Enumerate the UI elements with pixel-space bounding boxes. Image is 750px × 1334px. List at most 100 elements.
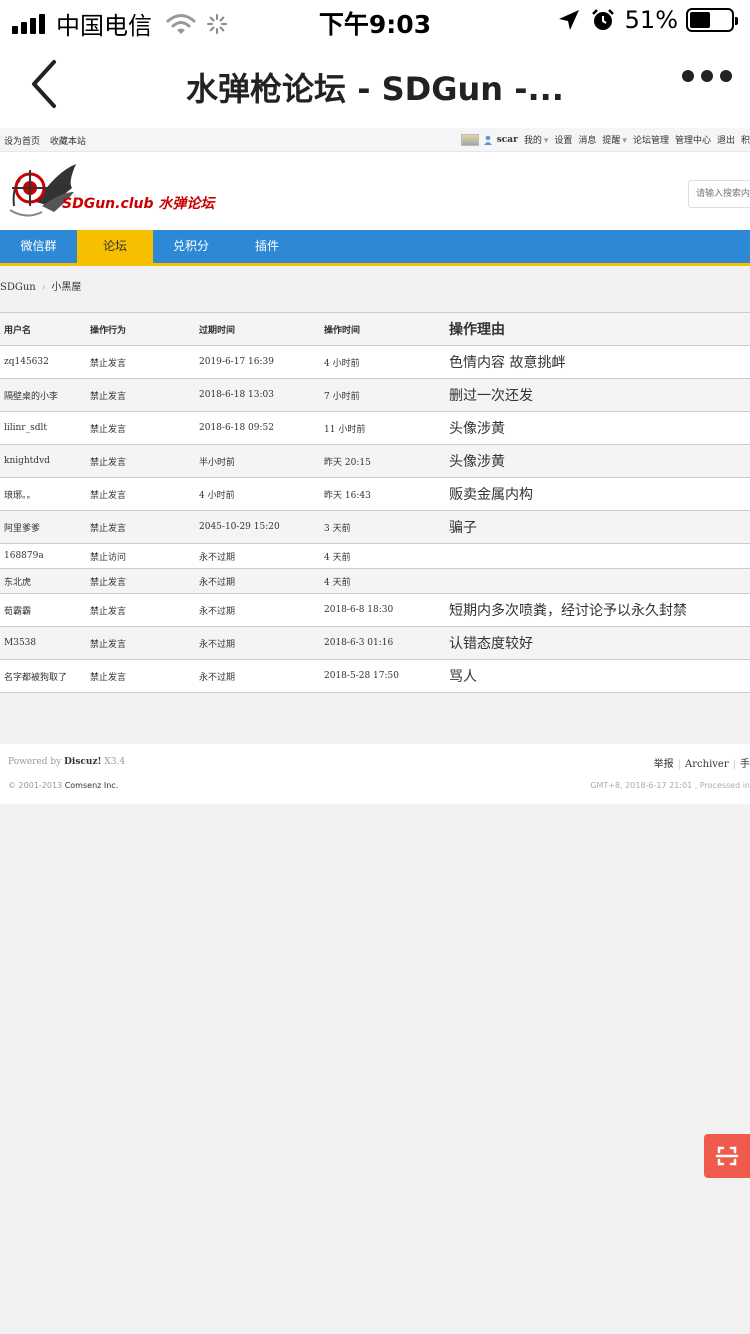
battery-level-fill xyxy=(690,12,711,28)
breadcrumb-home-link[interactable]: SDGun xyxy=(0,282,36,293)
more-options-button[interactable] xyxy=(675,70,732,82)
bookmark-site-link[interactable]: 收藏本站 xyxy=(50,137,86,147)
user-cell[interactable]: lilinr_sdlt xyxy=(0,411,86,445)
user-cell[interactable]: 名字都被狗取了 xyxy=(0,659,86,693)
ban-list-table: 用户名 操作行为 过期时间 操作时间 操作理由 zq145632 禁止发言 20… xyxy=(0,312,750,693)
my-menu-label: 我的 xyxy=(523,136,542,146)
expire-cell: 4 小时前 xyxy=(195,477,320,511)
time-cell: 4 小时前 xyxy=(320,345,445,379)
expire-cell: 2019-6-17 16:39 xyxy=(195,345,320,379)
table-row: zq145632 禁止发言 2019-6-17 16:39 4 小时前 色情内容… xyxy=(0,345,750,379)
reminders-label: 提醒 xyxy=(602,136,621,146)
reminders-link[interactable]: 提醒 ▾ xyxy=(602,133,627,146)
table-row: lilinr_sdlt 禁止发言 2018-6-18 09:52 11 小时前 … xyxy=(0,411,750,445)
discuz-link[interactable]: Discuz! xyxy=(64,757,101,767)
expire-cell: 永不过期 xyxy=(195,659,320,693)
reason-cell: 骗子 xyxy=(445,510,750,544)
footer-separator: | xyxy=(732,759,736,770)
action-cell: 禁止访问 xyxy=(86,543,195,569)
user-icon xyxy=(483,135,492,145)
expire-cell: 永不过期 xyxy=(195,543,320,569)
report-link[interactable]: 举报 xyxy=(654,759,674,770)
expire-cell: 2018-6-18 09:52 xyxy=(195,411,320,445)
comsenz-link[interactable]: Comsenz Inc. xyxy=(65,781,119,790)
user-cell[interactable]: 隔壁桌的小李 xyxy=(0,378,86,412)
search-input[interactable] xyxy=(688,180,750,208)
reason-cell xyxy=(445,568,750,594)
user-cell[interactable]: M3538 xyxy=(0,626,86,660)
time-cell: 2018-5-28 17:50 xyxy=(320,659,445,693)
breadcrumb: SDGun › 小黑屋 xyxy=(0,278,81,293)
user-avatar[interactable] xyxy=(460,133,479,146)
nav-item-plugins[interactable]: 插件 xyxy=(229,230,305,263)
more-dot-icon xyxy=(701,70,713,82)
archiver-link[interactable]: Archiver xyxy=(685,759,729,770)
my-menu-link[interactable]: 我的 ▾ xyxy=(524,133,549,146)
expire-cell: 永不过期 xyxy=(195,568,320,594)
action-cell: 禁止发言 xyxy=(86,477,195,511)
page-title: 水弹枪论坛 - SDGun -... xyxy=(186,70,564,108)
user-cell[interactable]: 荀霸霸 xyxy=(0,593,86,627)
table-row: 168879a 禁止访问 永不过期 4 天前 xyxy=(0,543,750,569)
admin-center-link[interactable]: 管理中心 xyxy=(675,133,711,146)
battery-percent: 51% xyxy=(624,6,678,34)
action-cell: 禁止发言 xyxy=(86,411,195,445)
nav-item-exchange-points[interactable]: 兑积分 xyxy=(153,230,229,263)
username-link[interactable]: scar xyxy=(497,135,518,145)
reason-cell: 头像涉黄 xyxy=(445,444,750,478)
action-cell: 禁止发言 xyxy=(86,593,195,627)
user-cell[interactable]: 琅琊。。 xyxy=(0,477,86,511)
logout-link[interactable]: 退出 xyxy=(717,133,735,146)
nav-item-wechat-group[interactable]: 微信群 xyxy=(0,230,77,263)
table-row: 隔壁桌的小李 禁止发言 2018-6-18 13:03 7 小时前 删过一次还发 xyxy=(0,378,750,412)
action-cell: 禁止发言 xyxy=(86,444,195,478)
user-cell[interactable]: knightdvd xyxy=(0,444,86,478)
expire-cell: 2018-6-18 13:03 xyxy=(195,378,320,412)
time-cell: 2018-6-3 01:16 xyxy=(320,626,445,660)
expire-cell: 永不过期 xyxy=(195,626,320,660)
more-dot-icon xyxy=(720,70,732,82)
table-row: knightdvd 禁止发言 半小时前 昨天 20:15 头像涉黄 xyxy=(0,444,750,478)
settings-link[interactable]: 设置 xyxy=(554,133,572,146)
user-cell[interactable]: 168879a xyxy=(0,543,86,569)
table-row: 阿里爹爹 禁止发言 2045-10-29 15:20 3 天前 骗子 xyxy=(0,510,750,544)
column-header: 操作时间 xyxy=(320,312,445,346)
time-cell: 2018-6-8 18:30 xyxy=(320,593,445,627)
set-homepage-link[interactable]: 设为首页 xyxy=(4,137,40,147)
forum-admin-link[interactable]: 论坛管理 xyxy=(633,133,669,146)
messages-link[interactable]: 消息 xyxy=(578,133,596,146)
more-dot-icon xyxy=(682,70,694,82)
gmt-info: GMT+8, 2018-6-17 21:01 , Processed in xyxy=(590,781,750,790)
site-logo[interactable]: SDGun.club 水弹论坛 xyxy=(6,162,216,224)
navigation-bar: 水弹枪论坛 - SDGun -... xyxy=(0,40,750,128)
action-cell: 禁止发言 xyxy=(86,378,195,412)
mobile-link[interactable]: 手 xyxy=(740,759,750,770)
time-cell: 昨天 16:43 xyxy=(320,477,445,511)
time-cell: 昨天 20:15 xyxy=(320,444,445,478)
status-bar: 中国电信 下午9:03 51% xyxy=(0,0,750,40)
time-cell: 4 天前 xyxy=(320,543,445,569)
table-row: 荀霸霸 禁止发言 永不过期 2018-6-8 18:30 短期内多次喷粪，经讨论… xyxy=(0,593,750,627)
user-cell[interactable]: 阿里爹爹 xyxy=(0,510,86,544)
site-toolbar: 设为首页 收藏本站 scar 我的 ▾ 设置 消息 提醒 ▾ 论坛管理 管理中心 退… xyxy=(0,128,750,152)
action-cell: 禁止发言 xyxy=(86,510,195,544)
action-cell: 禁止发言 xyxy=(86,626,195,660)
points-link[interactable]: 积 xyxy=(741,133,750,146)
user-cell[interactable]: 东北虎 xyxy=(0,568,86,594)
scan-button[interactable] xyxy=(704,1134,750,1178)
time-cell: 11 小时前 xyxy=(320,411,445,445)
column-header: 过期时间 xyxy=(195,312,320,346)
alarm-clock-icon xyxy=(591,9,614,30)
nav-item-forum[interactable]: 论坛 xyxy=(77,230,153,263)
back-arrow-icon[interactable] xyxy=(22,58,66,110)
expire-cell: 2045-10-29 15:20 xyxy=(195,510,320,544)
scan-icon xyxy=(715,1146,739,1166)
site-header: SDGun.club 水弹论坛 xyxy=(0,152,750,230)
reason-cell: 短期内多次喷粪，经讨论予以永久封禁 xyxy=(445,593,750,627)
powered-by: Powered by Discuz! X3.4 xyxy=(8,757,125,767)
user-cell[interactable]: zq145632 xyxy=(0,345,86,379)
reason-cell xyxy=(445,543,750,569)
copyright-years: © 2001-2013 xyxy=(8,781,63,790)
location-arrow-icon xyxy=(558,10,579,30)
dropdown-caret-icon: ▾ xyxy=(543,136,549,146)
